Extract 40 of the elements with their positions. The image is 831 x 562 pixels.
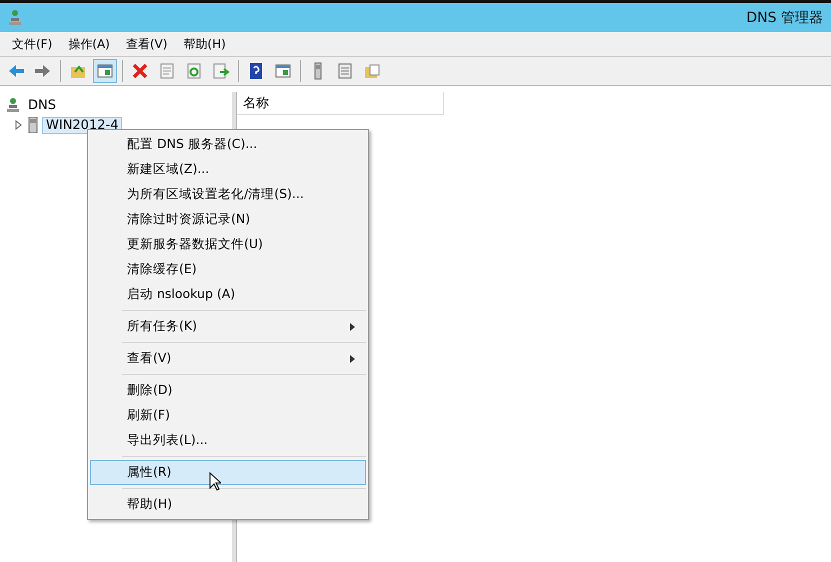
properties-icon <box>158 62 176 80</box>
tree-item[interactable]: DNS <box>24 96 60 114</box>
menu-item[interactable]: 配置 DNS 服务器(C)... <box>90 132 366 157</box>
menu-item[interactable]: 查看(V) <box>118 36 176 52</box>
menu-item[interactable]: 新建区域(Z)... <box>90 157 366 182</box>
help-icon <box>247 62 265 80</box>
folder-icon <box>363 62 381 80</box>
menu-item[interactable]: 帮助(H) <box>90 492 366 517</box>
menu-item[interactable]: 清除缓存(E) <box>90 257 366 282</box>
server-icon <box>28 117 38 133</box>
column-header[interactable]: 名称 <box>237 92 444 115</box>
window-title: DNS 管理器 <box>746 8 823 26</box>
export-icon <box>212 62 230 80</box>
pane-icon <box>274 62 292 80</box>
menu-item[interactable]: 更新服务器数据文件(U) <box>90 232 366 257</box>
back-arrow-icon <box>7 62 25 80</box>
toolbar-button[interactable] <box>93 59 117 83</box>
refresh-icon <box>185 62 203 80</box>
menu-item[interactable]: 启动 nslookup (A) <box>90 282 366 307</box>
delete-icon <box>131 62 149 80</box>
menu-item[interactable]: 操作(A) <box>60 36 118 52</box>
menu-item[interactable]: 清除过时资源记录(N) <box>90 207 366 232</box>
expand-arrow-icon[interactable] <box>14 120 24 130</box>
menu-item[interactable]: 查看(V) <box>90 346 366 371</box>
tree-item[interactable]: WIN2012-4 <box>42 116 122 134</box>
submenu-arrow-icon <box>350 322 355 330</box>
submenu-arrow-icon <box>350 354 355 362</box>
pane-icon <box>96 62 114 80</box>
list-icon <box>336 62 354 80</box>
menu-item[interactable]: 导出列表(L)... <box>90 428 366 453</box>
menu-item[interactable]: 帮助(H) <box>175 36 234 52</box>
menu-item[interactable]: 刷新(F) <box>90 403 366 428</box>
cursor-icon <box>209 472 221 491</box>
menu-item[interactable]: 文件(F) <box>4 36 60 52</box>
menu-item[interactable]: 删除(D) <box>90 378 366 403</box>
menu-item[interactable]: 为所有区域设置老化/清理(S)... <box>90 182 366 207</box>
network-icon <box>6 97 20 113</box>
network-icon <box>8 8 22 26</box>
menu-item[interactable]: 所有任务(K) <box>90 314 366 339</box>
forward-arrow-icon <box>34 62 52 80</box>
